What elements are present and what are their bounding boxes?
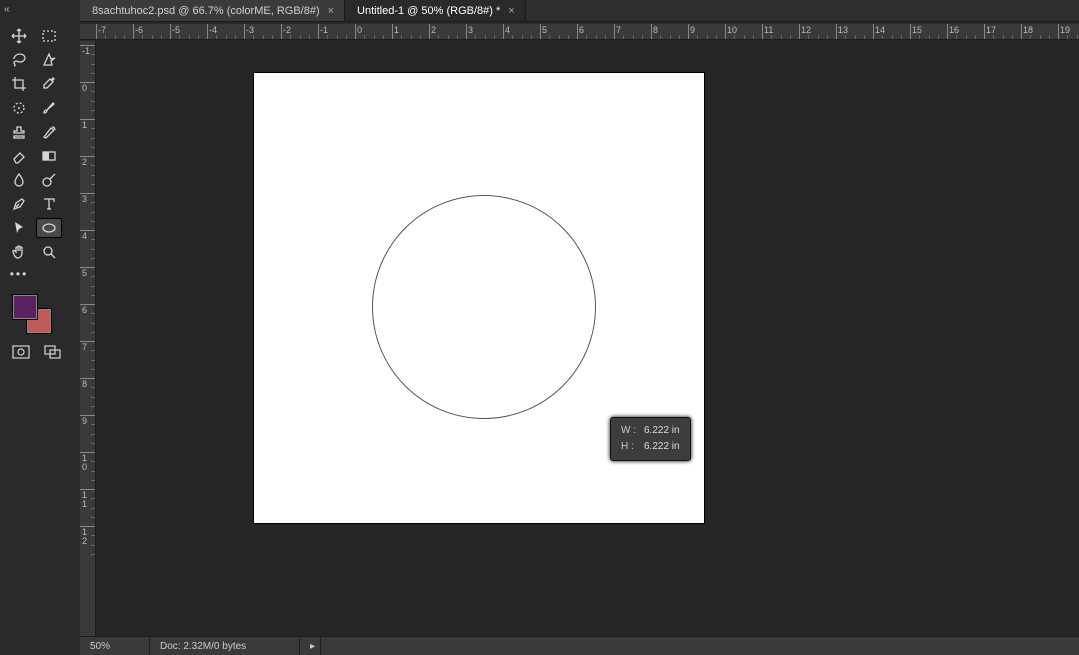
document-tab[interactable]: 8sachtuhoc2.psd @ 66.7% (colorME, RGB/8#… xyxy=(80,0,345,21)
ruler-label: 0 xyxy=(82,84,87,93)
ruler-label: 12 xyxy=(801,25,811,35)
ruler-label: -4 xyxy=(209,25,217,35)
ruler-label: 8 xyxy=(653,25,658,35)
tab-label: 8sachtuhoc2.psd @ 66.7% (colorME, RGB/8#… xyxy=(92,5,320,17)
vertical-ruler[interactable]: -101234567891 01 11 2 xyxy=(80,41,96,636)
ruler-label: 3 xyxy=(82,195,87,204)
dodge-tool[interactable] xyxy=(36,170,62,190)
ruler-label: 1 2 xyxy=(82,528,87,546)
ruler-label: 17 xyxy=(986,25,996,35)
ruler-label: 5 xyxy=(82,269,87,278)
lasso-tool[interactable] xyxy=(6,50,32,70)
ruler-label: -2 xyxy=(283,25,291,35)
status-menu-arrow[interactable]: ▸ xyxy=(300,637,321,655)
ruler-label: 9 xyxy=(690,25,695,35)
ruler-label: -1 xyxy=(82,47,90,56)
quick-mask-icon[interactable] xyxy=(10,344,32,360)
gradient-tool[interactable] xyxy=(36,146,62,166)
ruler-label: 1 1 xyxy=(82,491,87,509)
measure-value: 6.222 in xyxy=(644,424,680,438)
ruler-label: 6 xyxy=(82,306,87,315)
ruler-label: 6 xyxy=(579,25,584,35)
ruler-label: -3 xyxy=(246,25,254,35)
ruler-label: 7 xyxy=(616,25,621,35)
ruler-label: 8 xyxy=(82,380,87,389)
ruler-label: 19 xyxy=(1060,25,1070,35)
ruler-label: 10 xyxy=(727,25,737,35)
close-icon[interactable]: × xyxy=(508,5,514,17)
color-swatches[interactable] xyxy=(12,294,52,334)
blur-tool[interactable] xyxy=(6,170,32,190)
tab-label: Untitled-1 @ 50% (RGB/8#) * xyxy=(357,5,500,17)
ruler-label: 9 xyxy=(82,417,87,426)
screen-mode-icon[interactable] xyxy=(42,344,64,360)
ruler-label: 2 xyxy=(82,158,87,167)
eraser-tool[interactable] xyxy=(6,146,32,166)
history-brush-tool[interactable] xyxy=(36,122,62,142)
ruler-label: 13 xyxy=(838,25,848,35)
ruler-label: 7 xyxy=(82,343,87,352)
ruler-label: 16 xyxy=(949,25,959,35)
ruler-label: 3 xyxy=(468,25,473,35)
panel-collapse-icon[interactable]: « xyxy=(4,4,10,15)
ruler-label: 2 xyxy=(431,25,436,35)
document-tab[interactable]: Untitled-1 @ 50% (RGB/8#) * × xyxy=(345,0,526,21)
path-select-tool[interactable] xyxy=(6,218,32,238)
measure-key: H : xyxy=(621,440,642,454)
ruler-label: 4 xyxy=(505,25,510,35)
ruler-label: -6 xyxy=(135,25,143,35)
horizontal-ruler[interactable]: -7-6-5-4-3-2-101234567891011121314151617… xyxy=(80,24,1079,40)
rect-marquee-tool[interactable] xyxy=(36,26,62,46)
ruler-label: 0 xyxy=(357,25,362,35)
ruler-label: -1 xyxy=(320,25,328,35)
zoom-tool[interactable] xyxy=(36,242,62,262)
pen-tool[interactable] xyxy=(6,194,32,214)
crop-tool[interactable] xyxy=(6,74,32,94)
ruler-label: 15 xyxy=(912,25,922,35)
doc-size[interactable]: Doc: 2.32M/0 bytes xyxy=(150,637,300,655)
ruler-label: 11 xyxy=(764,25,773,35)
document-tabbar: 8sachtuhoc2.psd @ 66.7% (colorME, RGB/8#… xyxy=(80,0,1079,22)
ruler-label: 18 xyxy=(1023,25,1033,35)
brush-tool[interactable] xyxy=(36,98,62,118)
status-bar: 50% Doc: 2.32M/0 bytes ▸ xyxy=(80,636,1079,655)
measure-value: 6.222 in xyxy=(644,440,680,454)
hand-tool[interactable] xyxy=(6,242,32,262)
ruler-label: -5 xyxy=(172,25,180,35)
type-tool[interactable] xyxy=(36,194,62,214)
ruler-label: 4 xyxy=(82,232,87,241)
quick-select-tool[interactable] xyxy=(36,50,62,70)
ruler-label: 1 xyxy=(394,25,399,35)
ruler-label: 5 xyxy=(542,25,547,35)
ruler-label: -7 xyxy=(98,25,106,35)
eyedropper-tool[interactable] xyxy=(36,74,62,94)
tools-panel: ••• xyxy=(6,26,66,360)
ruler-label: 1 xyxy=(82,121,87,130)
foreground-color-swatch[interactable] xyxy=(12,294,38,320)
ellipse-tool[interactable] xyxy=(36,218,62,238)
ruler-label: 1 0 xyxy=(82,454,87,472)
drawn-ellipse[interactable] xyxy=(372,195,596,419)
zoom-level[interactable]: 50% xyxy=(80,637,150,655)
transform-size-tooltip: W :6.222 inH :6.222 in xyxy=(610,417,691,461)
spot-heal-tool[interactable] xyxy=(6,98,32,118)
measure-key: W : xyxy=(621,424,642,438)
move-tool[interactable] xyxy=(6,26,32,46)
more-tools-icon[interactable]: ••• xyxy=(6,266,32,282)
canvas-viewport[interactable]: W :6.222 inH :6.222 in xyxy=(96,40,1079,636)
close-icon[interactable]: × xyxy=(328,5,334,17)
stamp-tool[interactable] xyxy=(6,122,32,142)
ruler-label: 14 xyxy=(875,25,885,35)
